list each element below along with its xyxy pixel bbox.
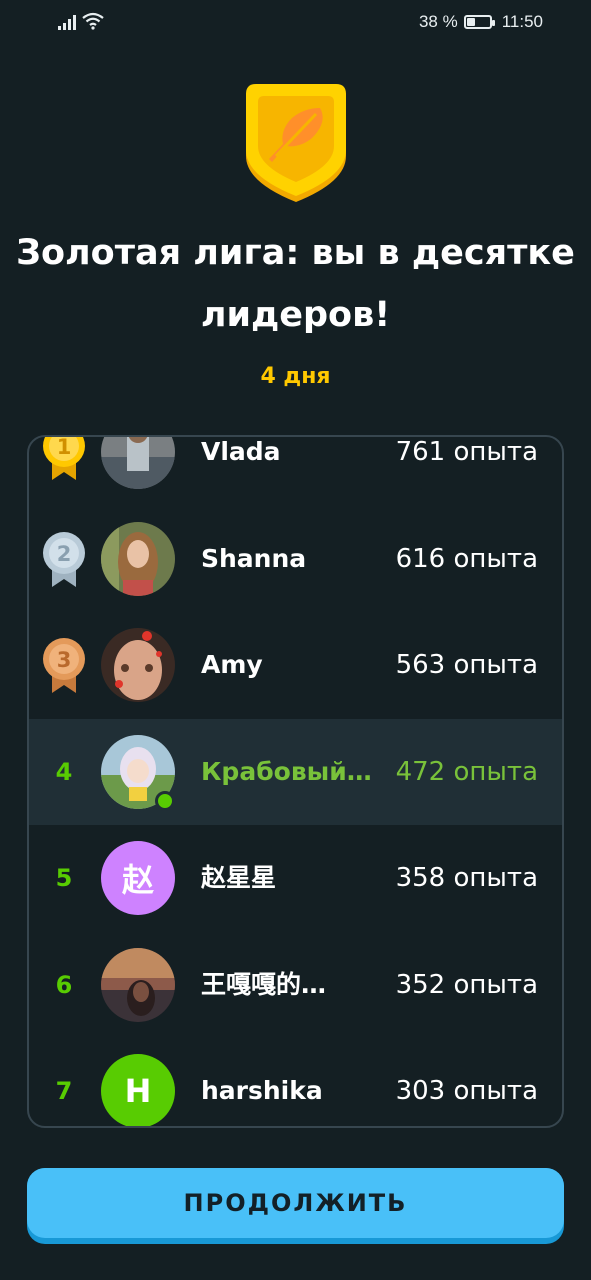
signal-icon — [58, 15, 76, 30]
leaderboard-row[interactable]: 6 王嘎嘎的… 352 опыта — [29, 932, 562, 1039]
gold-medal-icon: 1 — [43, 435, 85, 481]
status-bar: 38 % 11:50 — [0, 0, 591, 46]
avatar[interactable]: H — [101, 1054, 175, 1126]
xp-value: 472 опыта — [395, 756, 538, 787]
user-name: Amy — [201, 650, 263, 679]
xp-value: 303 опыта — [395, 1076, 538, 1106]
rank-number: 2 — [57, 542, 72, 566]
title-line-1: Золотая лига: вы в десятке — [16, 233, 575, 273]
avatar[interactable]: 赵 — [101, 841, 175, 915]
user-name: Shanna — [201, 543, 307, 573]
xp-value: 761 опыта — [395, 437, 538, 467]
avatar-letter: 赵 — [121, 861, 154, 899]
bronze-medal-icon: 3 — [43, 638, 85, 694]
xp-value: 616 опыта — [395, 543, 538, 574]
leaderboard-row[interactable]: 1 Vlada 761 опыта — [29, 435, 562, 506]
leaderboard-row[interactable]: 7 H harshika 303 опыта — [29, 1038, 562, 1126]
avatar[interactable] — [101, 628, 175, 702]
rank-number: 1 — [57, 435, 72, 459]
wifi-icon — [82, 12, 104, 30]
rank-number: 3 — [57, 648, 72, 672]
user-name: Крабовый… — [201, 756, 372, 786]
leaderboard-row[interactable]: 5 赵 赵星星 358 опыта — [29, 825, 562, 932]
leaderboard-row-current-user[interactable]: 4 Крабовый… 472 опыта — [29, 718, 562, 825]
avatar[interactable] — [101, 437, 175, 489]
xp-value: 563 опыта — [395, 650, 538, 680]
rank-number: 6 — [55, 970, 73, 999]
online-status-dot — [155, 790, 175, 811]
user-name: 赵星星 — [201, 863, 277, 892]
avatar[interactable] — [101, 947, 175, 1022]
silver-medal-icon: 2 — [43, 531, 85, 587]
rank-number: 7 — [55, 1077, 73, 1106]
battery-percent: 38 % — [418, 12, 458, 31]
clock: 11:50 — [501, 12, 543, 31]
rank-number: 4 — [55, 757, 73, 786]
leaderboard[interactable]: 1 Vlada 761 опыта 2 Shanna 616 опыта 3 A… — [27, 435, 564, 1128]
xp-value: 358 опыта — [395, 863, 538, 893]
battery-icon — [463, 15, 495, 29]
user-name: Vlada — [201, 437, 281, 466]
days-remaining: 4 дня — [260, 364, 331, 389]
avatar-letter: H — [124, 1072, 152, 1110]
user-name: 王嘎嘎的… — [201, 969, 327, 999]
leaderboard-row[interactable]: 3 Amy 563 опыта — [29, 612, 562, 719]
avatar[interactable] — [101, 521, 175, 596]
title-line-2: лидеров! — [200, 295, 391, 335]
rank-number: 5 — [55, 864, 73, 893]
continue-button[interactable]: ПРОДОЛЖИТЬ — [27, 1168, 564, 1244]
leaderboard-row[interactable]: 2 Shanna 616 опыта — [29, 506, 562, 613]
league-title: Золотая лига: вы в десятке лидеров! — [0, 222, 591, 346]
continue-button-label: ПРОДОЛЖИТЬ — [27, 1168, 564, 1238]
xp-value: 352 опыта — [395, 969, 538, 1000]
gold-league-feather-icon — [246, 84, 346, 202]
user-name: harshika — [201, 1076, 323, 1105]
